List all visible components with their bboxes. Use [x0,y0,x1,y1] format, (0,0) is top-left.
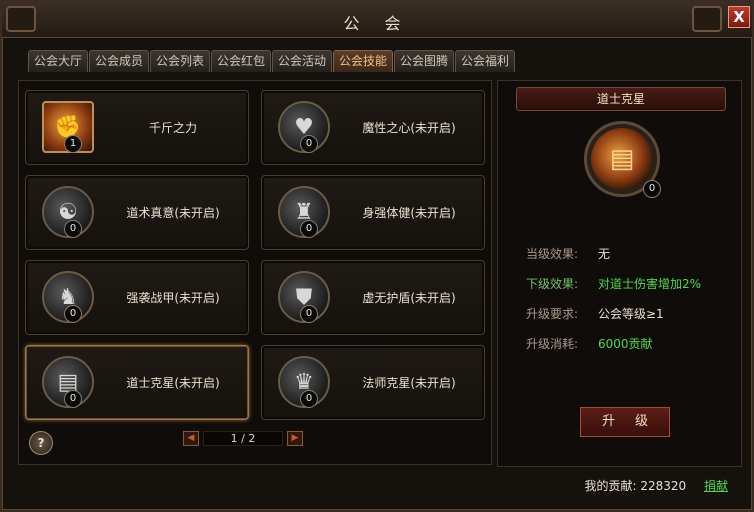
skill-name: 千斤之力 [148,121,197,135]
detail-title: 道士克星 [516,87,726,111]
level-badge: 0 [300,220,318,238]
prev-page-button[interactable]: ◀ [183,431,199,446]
close-button[interactable]: X [728,6,750,28]
level-badge: 0 [64,305,82,323]
next-page-button[interactable]: ▶ [287,431,303,446]
skill-detail-panel: 道士克星 ▤ 0 当级效果: 无 下级效果: 对道士伤害增加2% 升级要求: 公会等级… [497,80,742,467]
skill-name: 道术真意(未开启) [126,206,220,220]
contribution-label: 我的贡献: [584,479,637,493]
requirement-value: 公会等级≥1 [598,307,664,321]
upgrade-button[interactable]: 升级 [580,407,670,437]
cost-value: 6000贡献 [598,337,653,351]
skill-name: 道士克星(未开启) [126,376,220,390]
level-badge: 0 [300,305,318,323]
skill-card-taoist-essence[interactable]: ☯ 0 道术真意(未开启) [25,175,249,250]
current-effect-label: 当级效果: [526,247,579,261]
tab-guild-activity[interactable]: 公会活动 [272,50,332,72]
level-badge: 1 [64,135,82,153]
current-effect-row: 当级效果: 无 [526,245,610,262]
donate-link[interactable]: 捐献 [704,479,728,493]
tab-guild-members[interactable]: 公会成员 [89,50,149,72]
next-effect-label: 下级效果: [526,277,579,291]
tab-bar: 公会大厅 公会成员 公会列表 公会红包 公会活动 公会技能 公会图腾 公会福利 [28,50,515,72]
skill-card-void-shield[interactable]: ⛊ 0 虚无护盾(未开启) [261,260,485,335]
cost-label: 升级消耗: [526,337,579,351]
title-bar: 公 会 X [2,2,752,38]
level-badge: 0 [64,390,82,408]
skill-card-demon-heart[interactable]: ♥ 0 魔性之心(未开启) [261,90,485,165]
level-badge: 0 [300,390,318,408]
cost-row: 升级消耗: 6000贡献 [526,335,653,352]
scroll-icon: ▤ 0 [584,121,661,198]
current-effect-value: 无 [598,247,611,261]
skill-list-panel: ✊ 1 千斤之力 ♥ 0 魔性之心(未开启) ☯ 0 道术真意(未开启) ♜ 0… [18,80,492,465]
skill-card-strength[interactable]: ✊ 1 千斤之力 [25,90,249,165]
skill-name: 法师克星(未开启) [362,376,456,390]
tab-guild-skills[interactable]: 公会技能 [333,50,393,72]
level-badge: 0 [64,220,82,238]
skill-card-taoist-bane[interactable]: ▤ 0 道士克星(未开启) [25,345,249,420]
guild-window: 公 会 X 公会大厅 公会成员 公会列表 公会红包 公会活动 公会技能 公会图腾… [0,0,754,512]
skill-card-strong-body[interactable]: ♜ 0 身强体健(未开启) [261,175,485,250]
tab-guild-list[interactable]: 公会列表 [150,50,210,72]
contribution-value: 228320 [640,479,687,493]
footer: 我的贡献: 228320 捐献 [584,477,728,494]
level-badge: 0 [300,135,318,153]
requirement-label: 升级要求: [526,307,579,321]
tab-guild-totem[interactable]: 公会图腾 [394,50,454,72]
skill-card-mage-bane[interactable]: ♛ 0 法师克星(未开启) [261,345,485,420]
page-indicator: 1 / 2 [203,431,283,446]
level-badge: 0 [643,180,661,198]
tab-guild-hall[interactable]: 公会大厅 [28,50,88,72]
requirement-row: 升级要求: 公会等级≥1 [526,305,664,322]
help-button[interactable]: ? [29,431,53,455]
next-effect-value: 对道士伤害增加2% [598,277,702,291]
skill-name: 身强体健(未开启) [362,206,456,220]
skill-name: 强袭战甲(未开启) [126,291,220,305]
next-effect-row: 下级效果: 对道士伤害增加2% [526,275,701,292]
corner-ornament-right [692,6,722,32]
tab-guild-red-packet[interactable]: 公会红包 [211,50,271,72]
tab-guild-welfare[interactable]: 公会福利 [455,50,515,72]
skill-name: 虚无护盾(未开启) [362,291,456,305]
skill-card-assault-armor[interactable]: ♞ 0 强袭战甲(未开启) [25,260,249,335]
window-title: 公 会 [343,14,411,33]
skill-name: 魔性之心(未开启) [362,121,456,135]
pager: ◀ 1 / 2 ▶ [183,431,303,446]
